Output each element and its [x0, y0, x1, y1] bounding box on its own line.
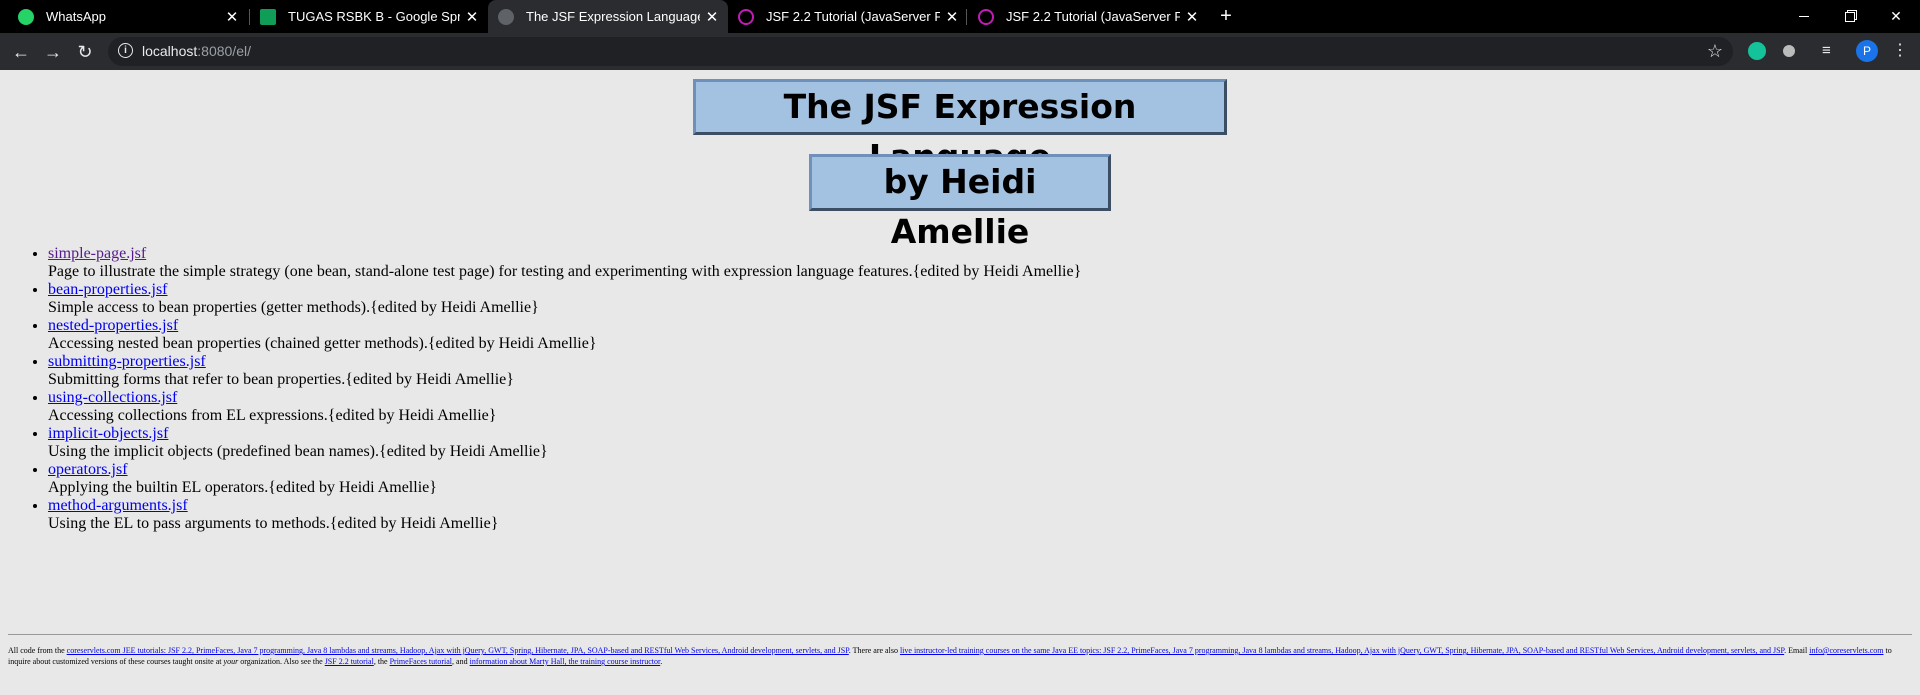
back-arrow-icon: ←: [12, 41, 30, 62]
tab-title: The JSF Expression Language: [526, 9, 700, 24]
item-description: Accessing collections from EL expression…: [48, 407, 497, 424]
footer-link-training-courses[interactable]: live instructor-led training courses on …: [900, 646, 1784, 655]
item-description: Simple access to bean properties (getter…: [48, 299, 539, 316]
reload-button[interactable]: ↻: [72, 39, 98, 65]
footer-link-marty-hall[interactable]: information about Marty Hall, the traini…: [470, 657, 661, 666]
footer-link-tutorials[interactable]: coreservlets.com JEE tutorials: JSF 2.2,…: [67, 646, 849, 655]
item-description: Applying the builtin EL operators.{edite…: [48, 479, 437, 496]
page-content: The JSF Expression Language by Heidi Ame…: [0, 70, 1920, 695]
footer-text-segment: . There are also: [848, 646, 900, 655]
list-item: using-collections.jsfAccessing collectio…: [48, 389, 1081, 425]
minimize-icon: [1799, 16, 1809, 17]
url-path: :8080/el/: [197, 43, 251, 59]
browser-toolbar: ← → ↻ i localhost:8080/el/ ☆ ≡ P ⋮: [0, 33, 1920, 70]
link-using-collections[interactable]: using-collections.jsf: [48, 389, 177, 406]
item-description: Submitting forms that refer to bean prop…: [48, 371, 514, 388]
example-list: simple-page.jsfPage to illustrate the si…: [0, 245, 1081, 533]
link-operators[interactable]: operators.jsf: [48, 461, 128, 478]
new-tab-button[interactable]: +: [1212, 0, 1240, 33]
forward-arrow-icon: →: [44, 41, 62, 62]
item-description: Page to illustrate the simple strategy (…: [48, 263, 1082, 280]
page-title: The JSF Expression Language: [693, 79, 1227, 176]
tab-jsf-expression-language[interactable]: The JSF Expression Language ✕: [488, 0, 728, 33]
tab-divider: [966, 9, 967, 25]
tab-title: JSF 2.2 Tutorial (JavaServer Faces: [1006, 9, 1180, 24]
list-item: implicit-objects.jsfUsing the implicit o…: [48, 425, 1081, 461]
reload-icon: ↻: [77, 41, 93, 62]
list-item: operators.jsfApplying the builtin EL ope…: [48, 461, 1081, 497]
item-description: Using the implicit objects (predefined b…: [48, 443, 548, 460]
restore-icon: [1845, 11, 1855, 22]
footer-text-segment: . Email: [1784, 646, 1810, 655]
address-bar[interactable]: i localhost:8080/el/ ☆: [108, 37, 1733, 66]
minimize-button[interactable]: [1782, 0, 1826, 33]
list-item: submitting-properties.jsfSubmitting form…: [48, 353, 1081, 389]
footer-text-segment: organization. Also see the: [238, 657, 325, 666]
item-description: Accessing nested bean properties (chaine…: [48, 335, 597, 352]
jsf-icon: [978, 8, 994, 25]
list-item: nested-properties.jsfAccessing nested be…: [48, 317, 1081, 353]
item-description: Using the EL to pass arguments to method…: [48, 515, 499, 532]
footer-link-primefaces-tutorial[interactable]: PrimeFaces tutorial: [390, 657, 452, 666]
close-window-button[interactable]: ✕: [1874, 0, 1918, 33]
tab-jsf-tutorial-1[interactable]: JSF 2.2 Tutorial (JavaServer Faces ✕: [728, 0, 968, 33]
footer-link-email[interactable]: info@coreservlets.com: [1809, 646, 1883, 655]
tab-google-sheets[interactable]: TUGAS RSBK B - Google Spreads ✕: [250, 0, 488, 33]
link-method-arguments[interactable]: method-arguments.jsf: [48, 497, 188, 514]
link-implicit-objects[interactable]: implicit-objects.jsf: [48, 425, 168, 442]
list-item: simple-page.jsfPage to illustrate the si…: [48, 245, 1081, 281]
close-tab-icon[interactable]: ✕: [220, 8, 244, 26]
footer-text-segment: , the: [373, 657, 390, 666]
site-info-icon[interactable]: i: [118, 43, 133, 58]
profile-avatar[interactable]: P: [1856, 40, 1878, 62]
footer-divider: [8, 634, 1912, 635]
whatsapp-icon: [18, 8, 34, 25]
footer-text-segment: All code from the: [8, 646, 67, 655]
tab-title: WhatsApp: [46, 9, 106, 24]
footer-text-segment: your: [223, 657, 239, 666]
tab-jsf-tutorial-2[interactable]: JSF 2.2 Tutorial (JavaServer Faces ✕: [968, 0, 1208, 33]
tab-title: JSF 2.2 Tutorial (JavaServer Faces: [766, 9, 940, 24]
menu-kebab-icon[interactable]: ⋮: [1892, 40, 1908, 60]
back-button[interactable]: ←: [8, 39, 34, 65]
link-submitting-properties[interactable]: submitting-properties.jsf: [48, 353, 206, 370]
extension-icon[interactable]: [1780, 42, 1798, 60]
close-tab-icon[interactable]: ✕: [940, 8, 964, 26]
page-subtitle: by Heidi Amellie: [809, 154, 1111, 251]
bookmark-star-icon[interactable]: ☆: [1707, 41, 1723, 62]
list-item: bean-properties.jsfSimple access to bean…: [48, 281, 1081, 317]
footer-text-segment: , and: [452, 657, 470, 666]
footer-link-jsf-tutorial[interactable]: JSF 2.2 tutorial: [325, 657, 374, 666]
url-host: localhost: [142, 43, 198, 59]
footer-text-segment: .: [660, 657, 663, 666]
tab-whatsapp[interactable]: WhatsApp ✕: [8, 0, 248, 33]
tab-title: TUGAS RSBK B - Google Spreads: [288, 9, 460, 24]
forward-button[interactable]: →: [40, 39, 66, 65]
media-queue-icon[interactable]: ≡: [1822, 42, 1831, 59]
close-tab-icon[interactable]: ✕: [700, 8, 724, 26]
url-text: localhost:8080/el/: [142, 43, 251, 59]
footer-text: All code from the coreservlets.com JEE t…: [8, 645, 1908, 667]
close-window-icon: ✕: [1890, 8, 1902, 24]
close-tab-icon[interactable]: ✕: [1180, 8, 1204, 26]
grammarly-extension-icon[interactable]: [1748, 42, 1766, 60]
close-tab-icon[interactable]: ✕: [460, 8, 484, 26]
link-nested-properties[interactable]: nested-properties.jsf: [48, 317, 178, 334]
sheets-icon: [260, 8, 276, 25]
browser-tab-strip: WhatsApp ✕ TUGAS RSBK B - Google Spreads…: [0, 0, 1920, 33]
jsf-icon: [738, 8, 754, 25]
restore-button[interactable]: [1828, 0, 1872, 33]
globe-icon: [498, 8, 514, 25]
link-bean-properties[interactable]: bean-properties.jsf: [48, 281, 168, 298]
list-item: method-arguments.jsfUsing the EL to pass…: [48, 497, 1081, 533]
link-simple-page[interactable]: simple-page.jsf: [48, 245, 146, 262]
